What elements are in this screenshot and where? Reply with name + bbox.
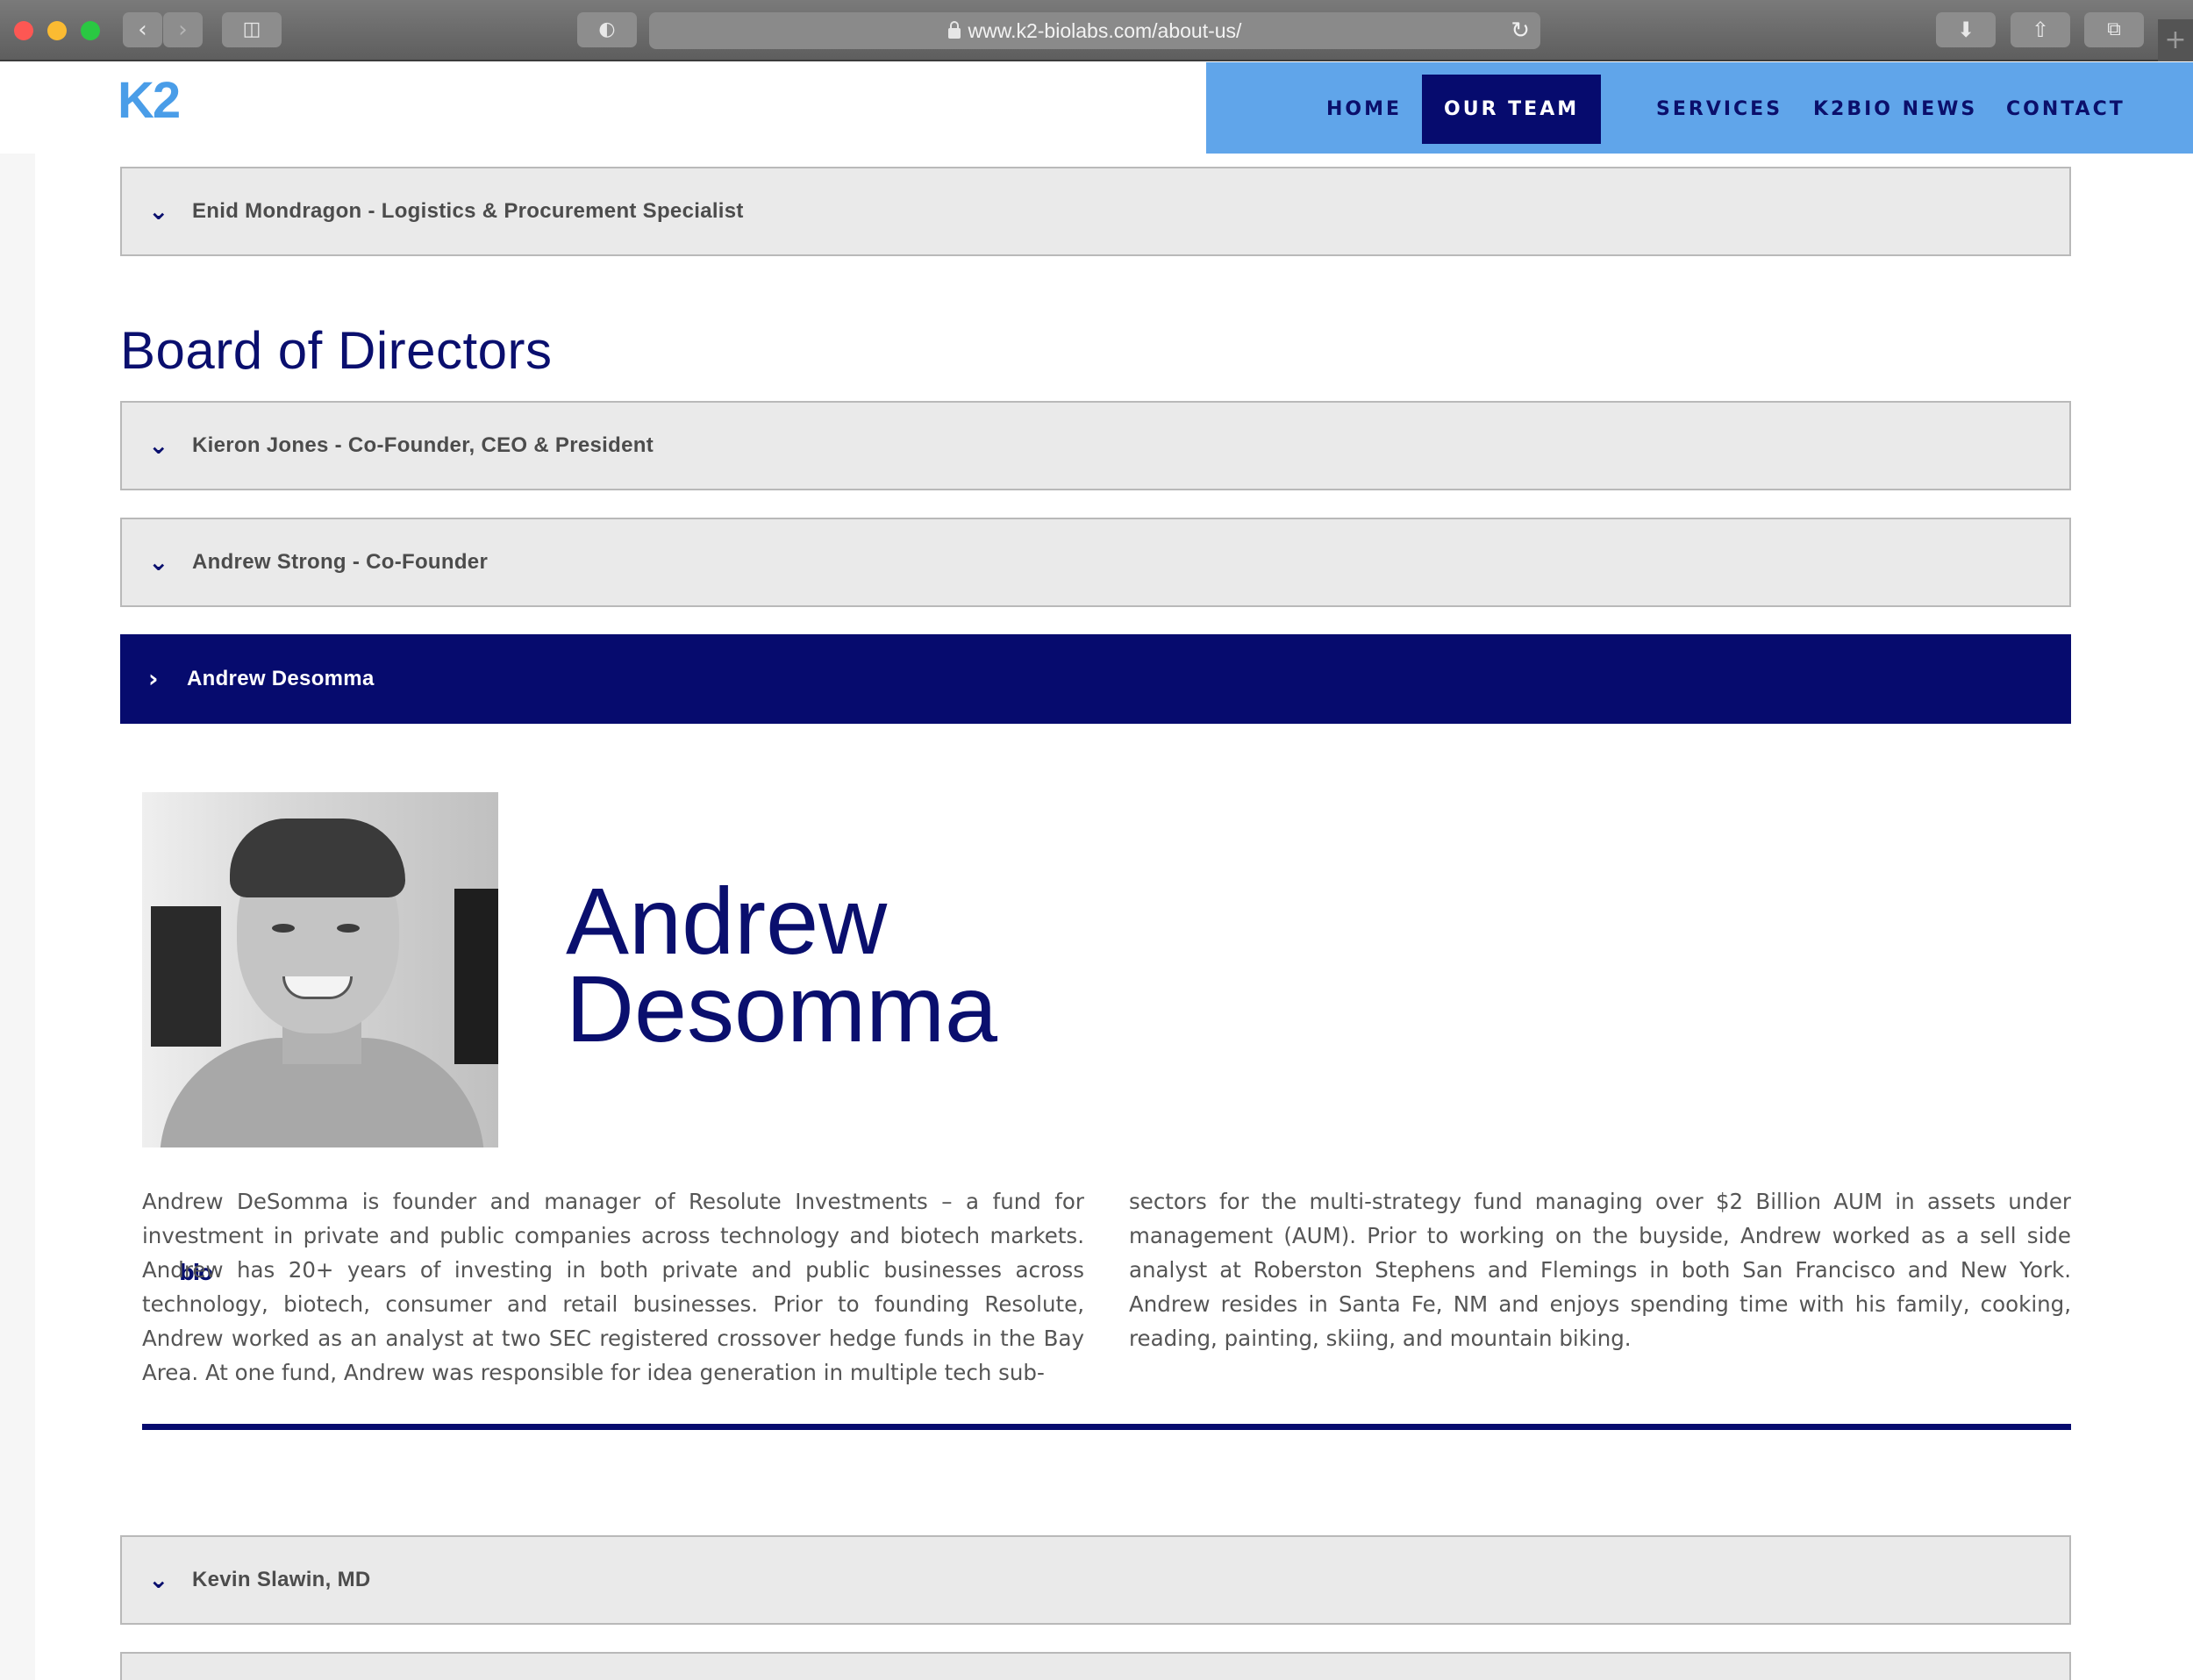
bio-text-column-1: Andrew DeSomma is founder and manager of… — [142, 1189, 1084, 1385]
lock-icon — [947, 21, 961, 39]
chevron-left-icon[interactable]: ‹ — [123, 12, 162, 47]
accordion-next[interactable] — [120, 1652, 2071, 1680]
main-nav: HOME OUR TEAM SERVICES K2BIO NEWS CONTAC… — [1206, 62, 2193, 154]
accordion-label: Andrew Desomma — [187, 667, 375, 690]
chevron-down-icon: ⌄ — [148, 1565, 169, 1594]
board-of-directors-heading: Board of Directors — [120, 321, 553, 380]
reload-icon[interactable]: ↻ — [1511, 12, 1530, 49]
accordion-andrew-strong[interactable]: ⌄ Andrew Strong - Co-Founder — [120, 518, 2071, 607]
person-name-last: Desomma — [566, 955, 998, 1062]
page-margin — [0, 154, 35, 1680]
accordion-kevin-slawin[interactable]: ⌄ Kevin Slawin, MD — [120, 1535, 2071, 1625]
nav-k2bio-news[interactable]: K2BIO NEWS — [1791, 75, 1999, 144]
chevron-down-icon: ⌄ — [148, 197, 169, 225]
accordion-label: Enid Mondragon - Logistics & Procurement… — [192, 199, 744, 223]
k2bio-logo[interactable]: K2 bio — [118, 71, 213, 1285]
share-icon[interactable]: ⇧ — [2011, 12, 2070, 47]
sidebar-icon[interactable]: ◫ — [222, 12, 282, 47]
address-bar[interactable]: www.k2-biolabs.com/about-us/ ↻ — [649, 12, 1540, 49]
browser-toolbar: ‹ › ◫ ◐ ☰ ⊕ www.k2-biolabs.com/about-us/… — [0, 0, 2193, 61]
nav-services[interactable]: SERVICES — [1634, 75, 1804, 144]
nav-home[interactable]: HOME — [1304, 75, 1424, 144]
download-icon[interactable]: ⬇ — [1936, 12, 1996, 47]
section-divider — [142, 1424, 2071, 1430]
minimize-window-button[interactable] — [47, 21, 67, 40]
zoom-window-button[interactable] — [81, 21, 100, 40]
close-window-button[interactable] — [14, 21, 33, 40]
accordion-andrew-desomma[interactable]: › Andrew Desomma — [120, 634, 2071, 724]
bio-text-column-2: sectors for the multi-strategy fund mana… — [1129, 1189, 2071, 1351]
site-header: K2 bio HOME OUR TEAM SERVICES K2BIO NEWS … — [0, 62, 2193, 1285]
nav-our-team[interactable]: OUR TEAM — [1422, 75, 1602, 144]
person-name: Andrew Desomma — [566, 874, 1180, 1056]
chevron-down-icon: ⌄ — [148, 547, 169, 576]
accordion-label: Kieron Jones - Co-Founder, CEO & Preside… — [192, 433, 654, 457]
logo-k2-text: K2 — [118, 72, 181, 129]
chevron-right-icon: › — [148, 664, 159, 693]
accordion-enid-mondragon[interactable]: ⌄ Enid Mondragon - Logistics & Procureme… — [120, 167, 2071, 256]
chevron-down-icon: ⌄ — [148, 431, 169, 460]
url-text: www.k2-biolabs.com/about-us/ — [968, 19, 1242, 42]
tabs-icon[interactable]: ⧉ — [2084, 12, 2144, 47]
accordion-kieron-jones[interactable]: ⌄ Kieron Jones - Co-Founder, CEO & Presi… — [120, 401, 2071, 490]
nav-contact[interactable]: CONTACT — [1984, 75, 2147, 144]
accordion-label: Andrew Strong - Co-Founder — [192, 550, 489, 574]
chevron-right-icon[interactable]: › — [163, 12, 203, 47]
shield-icon[interactable]: ◐ — [577, 12, 637, 47]
profile-photo — [142, 792, 498, 1147]
accordion-label: Kevin Slawin, MD — [192, 1568, 371, 1591]
plus-icon[interactable]: + — [2158, 19, 2193, 61]
